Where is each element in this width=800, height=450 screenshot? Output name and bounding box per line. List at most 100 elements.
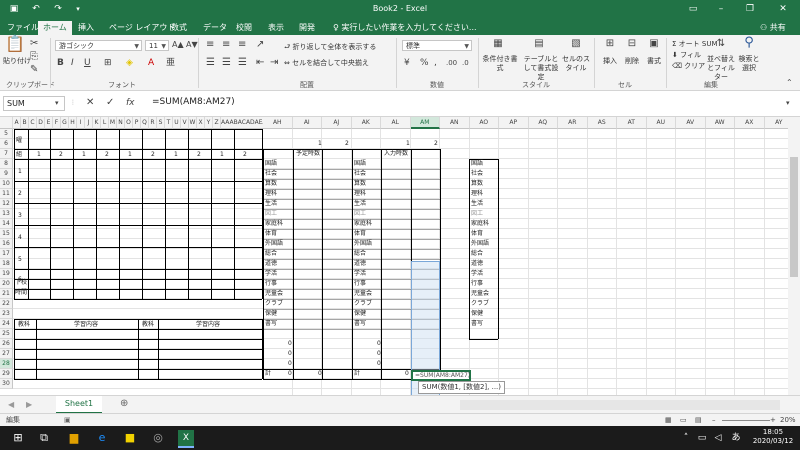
- confirm-icon[interactable]: ✓: [106, 97, 114, 109]
- row-header[interactable]: 16: [0, 239, 13, 249]
- row-header[interactable]: 12: [0, 199, 13, 209]
- tray-chevron-icon[interactable]: ˄: [678, 430, 694, 446]
- column-header[interactable]: A: [13, 117, 21, 129]
- windows-start-icon[interactable]: ⊞: [10, 430, 26, 446]
- align-bottom-icon[interactable]: ≡: [238, 39, 246, 51]
- row-header[interactable]: 14: [0, 219, 13, 229]
- row-header[interactable]: 24: [0, 319, 13, 329]
- format-as-table-button[interactable]: テーブルとして書式設定: [521, 55, 561, 82]
- column-header[interactable]: Q: [141, 117, 149, 129]
- fill-button[interactable]: ⬇ フィル: [672, 51, 701, 60]
- select-all-corner[interactable]: [0, 117, 13, 129]
- sort-filter-icon[interactable]: ⇅: [712, 38, 730, 50]
- row-header[interactable]: 20: [0, 279, 13, 289]
- column-header[interactable]: AN: [440, 117, 470, 129]
- volume-icon[interactable]: ◁: [710, 430, 726, 446]
- align-center-icon[interactable]: ☰: [222, 57, 231, 69]
- column-header[interactable]: C: [29, 117, 37, 129]
- font-size-combo[interactable]: 11 ▼: [145, 40, 169, 51]
- column-header[interactable]: AQ: [528, 117, 558, 129]
- format-painter-icon[interactable]: ✎: [30, 64, 38, 76]
- tab-insert[interactable]: 挿入: [73, 21, 99, 35]
- bold-icon[interactable]: B: [57, 57, 64, 69]
- increase-indent-icon[interactable]: ⇥: [270, 57, 278, 69]
- row-header[interactable]: 30: [0, 379, 13, 389]
- column-header[interactable]: L: [101, 117, 109, 129]
- row-header[interactable]: 21: [0, 289, 13, 299]
- app-icon[interactable]: ◎: [150, 430, 166, 446]
- column-header[interactable]: AX: [735, 117, 765, 129]
- currency-icon[interactable]: ¥: [404, 57, 410, 69]
- orientation-icon[interactable]: ↗: [256, 39, 264, 51]
- network-icon[interactable]: ▭: [694, 430, 710, 446]
- paste-button[interactable]: 貼り付け: [3, 57, 31, 66]
- column-header[interactable]: W: [189, 117, 197, 129]
- tab-developer[interactable]: 開発: [294, 21, 320, 35]
- column-header[interactable]: AT: [617, 117, 647, 129]
- zoom-slider[interactable]: [722, 420, 770, 421]
- column-header[interactable]: AR: [558, 117, 588, 129]
- prev-sheet-icon[interactable]: ◀: [8, 399, 14, 411]
- column-header[interactable]: H: [69, 117, 77, 129]
- column-header[interactable]: N: [117, 117, 125, 129]
- column-header[interactable]: AK: [351, 117, 381, 129]
- increase-font-icon[interactable]: A▲: [172, 39, 184, 51]
- column-header[interactable]: X: [197, 117, 205, 129]
- row-header[interactable]: 15: [0, 229, 13, 239]
- align-middle-icon[interactable]: ≡: [222, 39, 230, 51]
- tell-me-search[interactable]: ♀ 実行したい作業を入力してください...: [333, 21, 477, 34]
- increase-decimal-icon[interactable]: .00: [446, 57, 457, 69]
- row-header[interactable]: 17: [0, 249, 13, 259]
- chevron-down-icon[interactable]: ▾: [55, 97, 59, 109]
- column-header[interactable]: AJ: [322, 117, 352, 129]
- number-format-combo[interactable]: 標準 ▼: [402, 40, 472, 51]
- column-header[interactable]: AM: [410, 117, 440, 129]
- cut-icon[interactable]: ✂: [30, 38, 38, 50]
- row-header[interactable]: 13: [0, 209, 13, 219]
- row-header[interactable]: 10: [0, 179, 13, 189]
- expand-formula-icon[interactable]: ▾: [786, 97, 790, 109]
- wrap-text-button[interactable]: ⮐ 折り返して全体を表示する: [284, 43, 376, 52]
- clear-button[interactable]: ⌫ クリア: [672, 62, 705, 71]
- active-cell-editor[interactable]: =SUM(AM8:AM27): [411, 370, 471, 381]
- cell-styles-icon[interactable]: ▧: [566, 38, 586, 50]
- vertical-scrollbar[interactable]: [788, 117, 800, 395]
- worksheet-grid[interactable]: A B C D E F G H I J K L M N O P Q R S T U V W X Y Z AAABACADAEAFAG…: [0, 117, 800, 395]
- tab-data[interactable]: データ: [198, 21, 232, 35]
- insert-cells-icon[interactable]: ⊞: [602, 38, 618, 50]
- column-header[interactable]: AS: [587, 117, 617, 129]
- plus-icon[interactable]: ⊕: [120, 398, 128, 410]
- decrease-indent-icon[interactable]: ⇤: [256, 57, 264, 69]
- percent-icon[interactable]: %: [420, 57, 429, 69]
- underline-icon[interactable]: U: [84, 57, 91, 69]
- search-icon[interactable]: ⚲: [740, 36, 758, 49]
- tab-home[interactable]: ホーム: [38, 21, 72, 35]
- column-header[interactable]: U: [173, 117, 181, 129]
- border-icon[interactable]: ⊞: [104, 57, 112, 69]
- file-explorer-icon[interactable]: ▆: [66, 430, 82, 446]
- column-header[interactable]: S: [157, 117, 165, 129]
- column-header[interactable]: AH: [263, 117, 293, 129]
- column-header[interactable]: AU: [646, 117, 676, 129]
- cancel-icon[interactable]: ✕: [86, 97, 94, 109]
- conditional-format-button[interactable]: 条件付き書式: [482, 55, 518, 73]
- task-view-icon[interactable]: ⧉: [36, 430, 52, 446]
- collapse-ribbon-icon[interactable]: ⌃: [786, 77, 793, 89]
- column-header[interactable]: J: [85, 117, 93, 129]
- align-right-icon[interactable]: ☰: [238, 57, 247, 69]
- delete-cells-button[interactable]: 削除: [625, 57, 639, 66]
- format-cells-button[interactable]: 書式: [647, 57, 661, 66]
- clock[interactable]: 18:05 2020/03/12: [750, 428, 796, 446]
- decrease-decimal-icon[interactable]: .0: [462, 57, 469, 69]
- column-header[interactable]: K: [93, 117, 101, 129]
- row-header[interactable]: 9: [0, 169, 13, 179]
- sheet-tab[interactable]: Sheet1: [56, 396, 102, 414]
- paste-icon[interactable]: 📋: [5, 36, 25, 52]
- column-header[interactable]: AW: [705, 117, 735, 129]
- find-select-button[interactable]: 検索と選択: [736, 55, 762, 73]
- column-header[interactable]: Z: [213, 117, 221, 129]
- close-button[interactable]: ✕: [768, 0, 798, 19]
- align-top-icon[interactable]: ≡: [206, 39, 214, 51]
- row-header[interactable]: 5: [0, 129, 13, 139]
- column-header[interactable]: I: [77, 117, 85, 129]
